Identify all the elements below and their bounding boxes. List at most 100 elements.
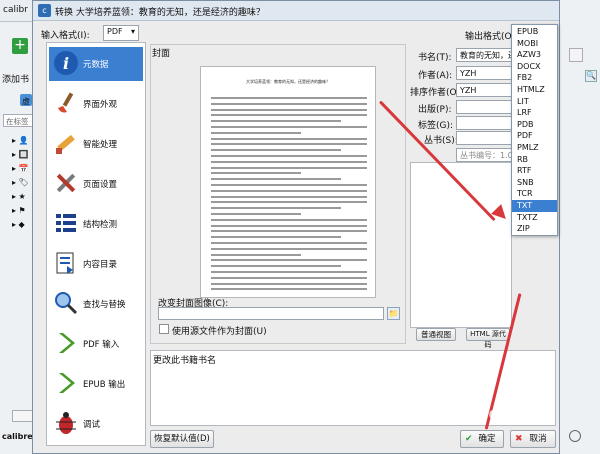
title-input[interactable]: 教育的无知，还是经 [456, 48, 512, 62]
cover-text-line [211, 230, 367, 233]
nav-item-label: 界面外观 [83, 100, 118, 110]
format-option[interactable]: MOBI [512, 38, 557, 50]
cover-text-line [211, 131, 301, 134]
format-option[interactable]: TXTZ [512, 212, 557, 224]
nav-item-label: 元数据 [83, 60, 109, 70]
nav-item-label: EPUB 输出 [83, 380, 126, 390]
bug-icon [53, 410, 79, 436]
magnifier-icon [53, 290, 79, 316]
format-option[interactable]: LIT [512, 96, 557, 108]
toc-icon [53, 250, 79, 276]
spinner-icon [569, 430, 581, 442]
tab-html-source[interactable]: HTML 源代码 [466, 328, 510, 349]
format-option[interactable]: RTF [512, 165, 557, 177]
cover-text-line [211, 276, 367, 279]
brush-icon [53, 90, 79, 116]
cover-path-input[interactable] [158, 307, 384, 320]
format-option[interactable]: HTMLZ [512, 84, 557, 96]
format-option[interactable]: RB [512, 154, 557, 166]
tab-normal-view[interactable]: 普通视图 [416, 328, 456, 341]
nav-item-8[interactable]: EPUB 输出 [49, 367, 143, 401]
nav-item-1[interactable]: 界面外观 [49, 87, 143, 121]
tags-input[interactable] [456, 116, 512, 130]
output-format-list[interactable]: EPUB MOBI AZW3 DOCX FB2 HTMLZ LIT LRF PDB PDF PMLZ… [511, 24, 558, 236]
format-option[interactable]: ZIP [512, 223, 557, 235]
input-format-label: 输入格式(I): [41, 31, 90, 41]
format-option[interactable]: PMLZ [512, 142, 557, 154]
format-option[interactable]: TCR [512, 188, 557, 200]
cover-heading: 大学培养蓝领：教育的无知，还是经济的趣味？ [246, 79, 330, 84]
cover-text-line [211, 247, 367, 250]
check-icon: ✔ [465, 434, 473, 444]
format-option[interactable]: LRF [512, 107, 557, 119]
cover-text-line [211, 126, 367, 128]
author-label: 作者(A): [418, 71, 453, 81]
title-label: 书名(T): [418, 53, 452, 63]
ok-button[interactable]: ✔ 确定 [460, 430, 504, 448]
format-option[interactable]: SNB [512, 177, 557, 189]
nav-item-label: 智能处理 [83, 140, 118, 150]
use-source-cover-checkbox[interactable] [159, 324, 169, 334]
publisher-label: 出版(P): [418, 105, 452, 115]
format-option[interactable]: PDF [512, 130, 557, 142]
nav-item-6[interactable]: 查找与替换 [49, 287, 143, 321]
restore-defaults-button[interactable]: 恢复默认值(D) [150, 430, 214, 448]
cancel-icon: ✖ [515, 434, 523, 444]
cover-text-line [211, 155, 367, 157]
format-option[interactable]: EPUB [512, 26, 557, 38]
cover-text-line [211, 143, 367, 146]
watermark: Baidu 经验 [460, 404, 549, 423]
info-icon: i [53, 50, 79, 76]
cover-text-line [211, 178, 341, 181]
cover-text-line [211, 253, 301, 256]
format-option[interactable]: FB2 [512, 72, 557, 84]
tag-browser[interactable]: ▸ 👤 ▸ 🔲 ▸ 📅 ▸ 🏷 ▸ ★ ▸ ⚑ ▸ ◆ [12, 134, 29, 232]
search-icon[interactable]: 🔍 [585, 70, 597, 82]
cover-image: 大学培养蓝领：教育的无知，还是经济的趣味？ [200, 66, 376, 298]
series-input[interactable] [456, 131, 512, 145]
cover-text-line [211, 282, 367, 285]
cover-text-line [211, 242, 367, 244]
format-option[interactable]: AZW3 [512, 49, 557, 61]
nav-item-label: 查找与替换 [83, 300, 126, 310]
cover-text-line [211, 271, 367, 273]
dialog-titlebar: c 转换 大学培养蓝领：教育的无知，还是经济的趣味？ [33, 1, 559, 21]
format-option[interactable]: DOCX [512, 61, 557, 73]
folder-icon[interactable]: 📁 [387, 307, 400, 320]
cover-text-line [211, 102, 367, 105]
cover-text-line [211, 97, 367, 99]
tags-label: 标签(G): [418, 121, 454, 131]
format-option[interactable]: TXT [512, 200, 557, 212]
cover-text-line [211, 160, 367, 163]
app-title: calibr [3, 5, 28, 15]
close-icon[interactable] [569, 48, 583, 62]
options-nav: i 元数据界面外观智能处理页面设置结构检测内容目录查找与替换 PDF 输入 EPUB … [46, 42, 146, 446]
nav-item-label: 结构检测 [83, 220, 118, 230]
cover-text-line [211, 201, 367, 204]
add-books-icon[interactable]: + [12, 38, 28, 54]
nav-item-5[interactable]: 内容目录 [49, 247, 143, 281]
author-sort-input[interactable]: YZH [456, 83, 512, 97]
input-format-select[interactable]: PDF ▾ [103, 25, 139, 41]
chevron-right-icon [53, 370, 79, 396]
chevron-right-icon [53, 330, 79, 356]
list-icon [53, 210, 79, 236]
cover-text-line [211, 259, 367, 262]
cover-text-line [211, 114, 367, 117]
publisher-input[interactable] [456, 100, 512, 114]
author-input[interactable]: YZH [456, 66, 512, 80]
cancel-button[interactable]: ✖ 取消 [510, 430, 556, 448]
cover-text-line [211, 207, 341, 210]
cover-group-label: 封面 [152, 49, 171, 59]
nav-item-4[interactable]: 结构检测 [49, 207, 143, 241]
nav-item-7[interactable]: PDF 输入 [49, 327, 143, 361]
series-number-input[interactable]: 丛书编号：1.00 [456, 148, 512, 162]
cover-text-line [211, 213, 301, 215]
nav-item-2[interactable]: 智能处理 [49, 127, 143, 161]
nav-item-3[interactable]: 页面设置 [49, 167, 143, 201]
cover-text-line [211, 224, 367, 227]
nav-item-0[interactable]: i 元数据 [49, 47, 143, 81]
cover-text-line [211, 218, 367, 221]
format-option[interactable]: PDB [512, 119, 557, 131]
nav-item-9[interactable]: 调试 [49, 407, 143, 441]
